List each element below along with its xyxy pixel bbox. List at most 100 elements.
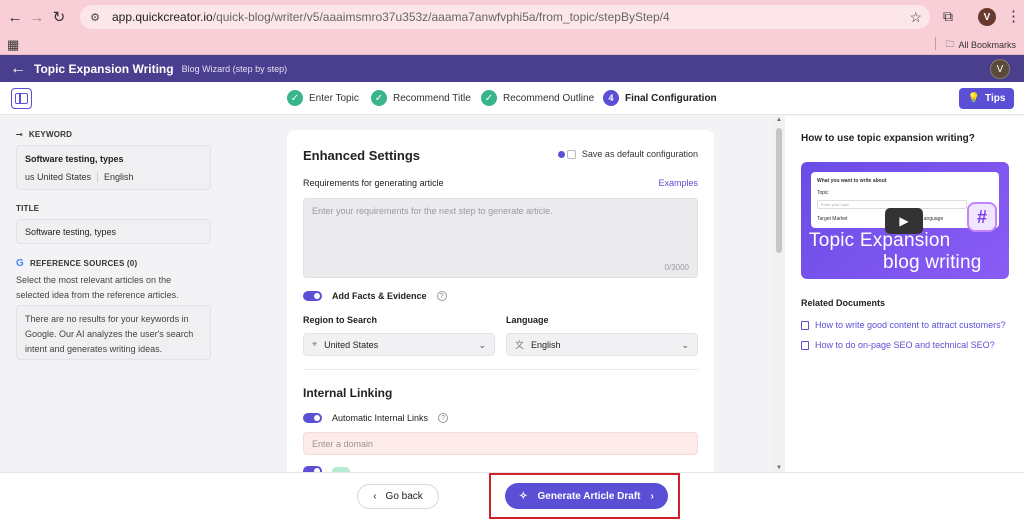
- step-enter-topic[interactable]: ✓ Enter Topic: [287, 90, 359, 106]
- hashtag-icon: #: [967, 202, 997, 232]
- step-label: Recommend Outline: [503, 92, 595, 104]
- location-pin-icon: ⌖: [312, 339, 318, 349]
- footer-bar: ‹ Go back ✧ Generate Article Draft ›: [0, 472, 1024, 519]
- help-icon[interactable]: ?: [436, 291, 447, 301]
- bookmark-star-icon[interactable]: ☆: [909, 9, 922, 26]
- extensions-icon[interactable]: ⧉: [943, 8, 959, 24]
- bookmarks-divider: [935, 37, 937, 50]
- save-default-toggle[interactable]: Save as default configuration: [557, 149, 698, 159]
- scrollbar-thumb[interactable]: [776, 128, 782, 253]
- video-text: Target Market: [817, 216, 848, 222]
- check-icon: ✓: [481, 90, 497, 106]
- right-panel: How to use topic expansion writing? What…: [785, 116, 1024, 472]
- step-recommend-outline[interactable]: ✓ Recommend Outline: [481, 90, 594, 106]
- page-title: Topic Expansion Writing: [34, 61, 174, 76]
- sidebar-toggle-button[interactable]: [11, 88, 32, 109]
- section-divider: [303, 369, 698, 370]
- settings-card: Enhanced Settings Save as default config…: [287, 130, 714, 472]
- region-value: United States: [324, 339, 379, 350]
- video-text: What you want to write about: [817, 178, 887, 184]
- domain-input[interactable]: Enter a domain: [303, 432, 698, 455]
- step-label: Enter Topic: [309, 92, 359, 104]
- translate-icon: 文: [515, 340, 525, 350]
- scroll-down-icon[interactable]: ▼: [776, 465, 782, 471]
- go-back-button[interactable]: ‹ Go back: [357, 484, 439, 509]
- auto-links-label: Automatic Internal Links: [332, 413, 429, 423]
- related-doc-label: How to write good content to attract cus…: [815, 320, 1006, 330]
- region-label: Region to Search: [303, 315, 378, 325]
- chevron-down-icon: ⌄: [681, 340, 689, 350]
- check-icon: ✓: [371, 90, 387, 106]
- language-value: English: [531, 339, 561, 350]
- step-label: Recommend Title: [393, 92, 471, 104]
- magic-wand-icon: ✧: [519, 490, 528, 502]
- keyword-section-label: ⊸ KEYWORD: [16, 130, 72, 139]
- reload-icon[interactable]: ↻: [48, 6, 70, 28]
- address-bar[interactable]: ⚙ app.quickcreator.io/quick-blog/writer/…: [80, 5, 930, 29]
- region-select[interactable]: ⌖ United States ⌄: [303, 333, 495, 356]
- requirements-label: Requirements for generating article: [303, 178, 444, 188]
- requirements-textarea[interactable]: Enter your requirements for the next ste…: [303, 198, 698, 278]
- forward-arrow-icon[interactable]: →: [26, 6, 48, 28]
- reference-empty-card: There are no results for your keywords i…: [16, 305, 211, 360]
- language-label: Language: [506, 315, 549, 325]
- browser-profile-avatar[interactable]: V: [978, 8, 996, 26]
- facts-toggle-row: Add Facts & Evidence ?: [303, 291, 447, 301]
- url-text: app.quickcreator.io/quick-blog/writer/v5…: [112, 10, 670, 24]
- save-default-checkbox[interactable]: [557, 149, 576, 159]
- reference-section-label: G REFERENCE SOURCES (0): [16, 258, 137, 269]
- apps-grid-icon[interactable]: ▦: [7, 37, 19, 53]
- folder-icon: 🗀: [945, 39, 955, 49]
- check-icon: ✓: [287, 90, 303, 106]
- step-label: Final Configuration: [625, 92, 717, 104]
- meta-divider: [97, 172, 99, 182]
- all-bookmarks-label: All Bookmarks: [958, 40, 1016, 50]
- facts-toggle[interactable]: [303, 291, 322, 301]
- back-arrow-icon[interactable]: ←: [10, 60, 26, 78]
- go-back-label: Go back: [385, 491, 423, 502]
- step-recommend-title[interactable]: ✓ Recommend Title: [371, 90, 471, 106]
- language-select[interactable]: 文 English ⌄: [506, 333, 698, 356]
- related-doc-link[interactable]: How to write good content to attract cus…: [801, 320, 1006, 330]
- requirements-placeholder: Enter your requirements for the next ste…: [312, 206, 553, 216]
- generate-article-draft-button[interactable]: ✧ Generate Article Draft ›: [505, 483, 668, 509]
- save-default-label: Save as default configuration: [581, 149, 698, 159]
- panel-icon: [15, 93, 28, 104]
- reference-description: Select the most relevant articles on the…: [16, 275, 179, 300]
- examples-link[interactable]: Examples: [658, 178, 698, 188]
- auto-links-toggle-row: Automatic Internal Links ?: [303, 413, 449, 423]
- step-number: 4: [603, 90, 619, 106]
- help-icon[interactable]: ?: [438, 413, 449, 423]
- related-docs-title: Related Documents: [801, 298, 886, 308]
- enhanced-settings-title: Enhanced Settings: [303, 148, 421, 163]
- app-header: ← Topic Expansion Writing Blog Wizard (s…: [0, 55, 1024, 82]
- generate-label: Generate Article Draft: [537, 490, 641, 502]
- document-icon: [801, 340, 809, 350]
- keyword-value: Software testing, types: [25, 154, 124, 164]
- lightbulb-icon: 💡: [967, 93, 981, 104]
- tutorial-video[interactable]: What you want to write about Topic Enter…: [801, 162, 1009, 279]
- tips-button[interactable]: 💡 Tips: [959, 88, 1014, 109]
- character-count: 0/3000: [664, 263, 689, 272]
- video-text: Language: [921, 216, 944, 222]
- browser-menu-icon[interactable]: ⋮: [1006, 7, 1021, 25]
- video-headline: Topic Expansion: [809, 230, 951, 251]
- back-arrow-icon[interactable]: ←: [4, 6, 26, 28]
- all-bookmarks[interactable]: 🗀 All Bookmarks: [935, 37, 1016, 53]
- video-subheadline: blog writing: [883, 252, 982, 273]
- help-title: How to use topic expansion writing?: [801, 133, 975, 144]
- keyword-country: us United States: [25, 172, 92, 182]
- left-sidebar: ⊸ KEYWORD Software testing, types us Uni…: [0, 116, 226, 472]
- bookmarks-bar: ▦ 🗀 All Bookmarks: [0, 34, 1024, 55]
- steps-bar: ✓ Enter Topic ✓ Recommend Title ✓ Recomm…: [0, 82, 1024, 115]
- scrollbar[interactable]: ▲ ▼: [774, 116, 784, 472]
- user-avatar[interactable]: V: [990, 59, 1010, 79]
- keyword-language: English: [104, 172, 134, 182]
- site-settings-icon[interactable]: ⚙: [88, 10, 102, 24]
- scroll-up-icon[interactable]: ▲: [776, 117, 782, 123]
- document-icon: [801, 320, 809, 330]
- related-doc-link[interactable]: How to do on-page SEO and technical SEO?: [801, 340, 995, 350]
- step-final-configuration[interactable]: 4 Final Configuration: [603, 90, 717, 106]
- chevron-down-icon: ⌄: [478, 340, 486, 350]
- auto-links-toggle[interactable]: [303, 413, 322, 423]
